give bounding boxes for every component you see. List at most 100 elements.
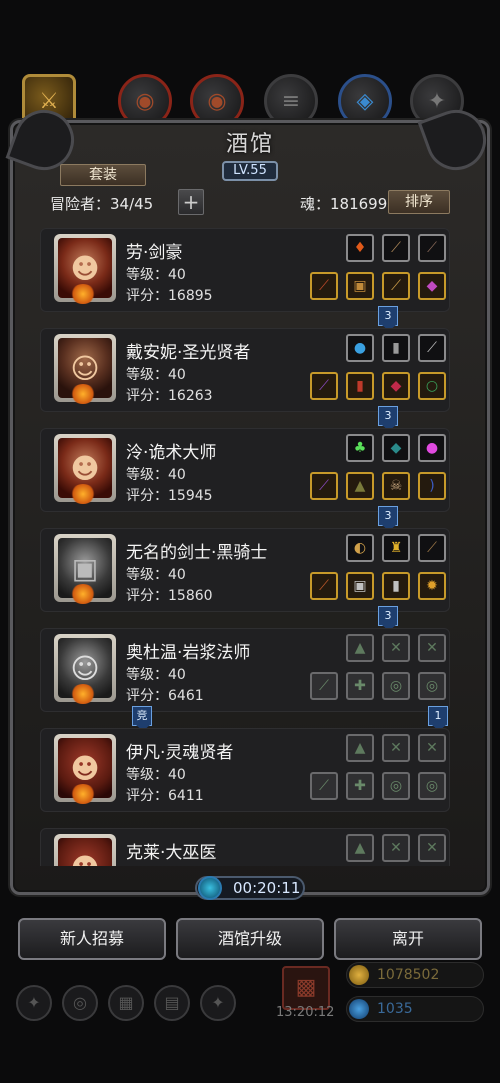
hero-level: 等级：40 <box>126 567 186 583</box>
orb-icon[interactable]: ● <box>346 334 374 362</box>
gem-value: 1035 <box>377 1001 413 1017</box>
boot-icon[interactable]: ⟋ <box>418 234 446 262</box>
empty-slot-icon[interactable]: ◎ <box>382 672 410 700</box>
mace-icon[interactable]: ⟋ <box>310 572 338 600</box>
title-plate: 酒馆 <box>190 118 310 162</box>
hero-portrait[interactable]: ☻ <box>54 834 116 866</box>
hud-button-1[interactable]: ✦ <box>16 985 52 1021</box>
upgrade-tavern-button[interactable]: 酒馆升级 <box>176 918 324 960</box>
empty-slot-icon[interactable]: ✕ <box>418 734 446 762</box>
hero-row[interactable]: ☺ 戴安妮·圣光贤者 等级：40 评分：16263 ● ▮ ⟋ ⟋ ▮ ◆ ○ <box>40 328 450 412</box>
rank-emblem-icon <box>70 384 96 404</box>
staff-icon[interactable]: ⟋ <box>382 272 410 300</box>
link-badge: 3 <box>378 306 398 331</box>
sort-button[interactable]: 排序 <box>388 190 450 214</box>
empty-slot-icon[interactable]: ◎ <box>418 672 446 700</box>
hero-row[interactable]: ☻ 克莱·大巫医 ▲ ✕ ✕ <box>40 828 450 866</box>
rank-emblem-icon <box>70 784 96 804</box>
mask-icon[interactable]: ◐ <box>346 534 374 562</box>
hero-name: 戴安妮·圣光贤者 <box>126 343 251 363</box>
hero-score: 评分：15860 <box>126 588 213 604</box>
dagger-icon[interactable]: ⟋ <box>418 334 446 362</box>
clock-icon <box>198 876 222 900</box>
armor-icon[interactable]: ▣ <box>346 572 374 600</box>
page-title: 酒馆 <box>225 132 274 157</box>
link-badge: 3 <box>378 606 398 631</box>
gift-box-icon[interactable]: ▩ <box>282 966 330 1010</box>
spear-icon[interactable]: ⟋ <box>310 472 338 500</box>
hud-button-5[interactable]: ✦ <box>200 985 236 1021</box>
hero-name: 克莱·大巫医 <box>126 843 217 863</box>
sword-icon[interactable]: ⟋ <box>310 272 338 300</box>
ring-icon[interactable]: ○ <box>418 372 446 400</box>
armor-icon[interactable]: ▣ <box>346 272 374 300</box>
hero-level: 等级：40 <box>126 767 186 783</box>
cape-icon[interactable]: ▮ <box>382 572 410 600</box>
adventurer-count: 冒险者：34/45 <box>50 195 154 213</box>
hero-row[interactable]: ☺ 奥杜温·岩浆法师 等级：40 评分：6461 ▲ ✕ ✕ ⟋ ✚ ◎ ◎ <box>40 628 450 712</box>
cloak-icon[interactable]: ◆ <box>382 434 410 462</box>
link-badge: 3 <box>378 506 398 531</box>
empty-slot-icon[interactable]: ✕ <box>382 634 410 662</box>
link-badge: 1 <box>428 706 448 731</box>
robe-icon[interactable]: ▮ <box>346 372 374 400</box>
gem-icon[interactable]: ◆ <box>382 372 410 400</box>
potion-icon[interactable]: ◆ <box>418 272 446 300</box>
poison-icon[interactable]: ♣ <box>346 434 374 462</box>
hero-score: 评分：15945 <box>126 488 213 504</box>
gold-counter: 1078502 <box>346 962 484 988</box>
empty-slot-icon[interactable]: ◎ <box>382 772 410 800</box>
hud-button-3[interactable]: ▦ <box>108 985 144 1021</box>
gold-value: 1078502 <box>377 967 440 983</box>
hero-level: 等级：40 <box>126 367 186 383</box>
hud-button-4[interactable]: ▤ <box>154 985 190 1021</box>
empty-slot-icon[interactable]: ✕ <box>382 734 410 762</box>
hero-name: 无名的剑士·黑骑士 <box>126 543 268 563</box>
shield-icon[interactable]: ▮ <box>382 334 410 362</box>
hero-row[interactable]: ☻ 伊凡·灵魂贤者 等级：40 评分：6411 ▲ ✕ ✕ ⟋ ✚ ◎ ◎ <box>40 728 450 812</box>
empty-slot-icon[interactable]: ▲ <box>346 734 374 762</box>
empty-slot-icon[interactable]: ⟋ <box>310 772 338 800</box>
empty-slot-icon[interactable]: ✕ <box>418 634 446 662</box>
rank-emblem-icon <box>70 584 96 604</box>
bow-icon[interactable]: ) <box>418 472 446 500</box>
hood-icon[interactable]: ▲ <box>346 472 374 500</box>
rank-emblem-icon <box>70 484 96 504</box>
rank-emblem-icon <box>70 684 96 704</box>
recruit-button[interactable]: 新人招募 <box>18 918 166 960</box>
hero-name: 奥杜温·岩浆法师 <box>126 643 251 663</box>
hero-name: 泠·诡术大师 <box>126 443 217 463</box>
leave-button[interactable]: 离开 <box>334 918 482 960</box>
link-badge: 竞 <box>132 706 152 731</box>
empty-slot-icon[interactable]: ▲ <box>346 834 374 862</box>
fire-gem-icon[interactable]: ♦ <box>346 234 374 262</box>
hud-button-2[interactable]: ◎ <box>62 985 98 1021</box>
skull-icon[interactable]: ☠ <box>382 472 410 500</box>
level-badge: LV.55 <box>222 161 278 181</box>
gold-coin-icon <box>349 965 369 985</box>
gem-counter: 1035 <box>346 996 484 1022</box>
hero-list[interactable]: ☻ 劳·剑豪 等级：40 评分：16895 ♦ ⟋ ⟋ ⟋ ▣ ⟋ ◆ 3 ☺ … <box>40 226 452 866</box>
empty-slot-icon[interactable]: ⟋ <box>310 672 338 700</box>
hero-row[interactable]: ☻ 劳·剑豪 等级：40 评分：16895 ♦ ⟋ ⟋ ⟋ ▣ ⟋ ◆ <box>40 228 450 312</box>
hero-level: 等级：40 <box>126 667 186 683</box>
empty-slot-icon[interactable]: ✕ <box>418 834 446 862</box>
wand-icon[interactable]: ⟋ <box>310 372 338 400</box>
hero-row[interactable]: ☻ 泠·诡术大师 等级：40 评分：15945 ♣ ◆ ● ⟋ ▲ ☠ ) <box>40 428 450 512</box>
sickle-icon[interactable]: ⟋ <box>418 534 446 562</box>
hero-score: 评分：6411 <box>126 788 204 804</box>
empty-slot-icon[interactable]: ✚ <box>346 672 374 700</box>
add-slot-button[interactable]: + <box>178 189 204 215</box>
magic-orb-icon[interactable]: ● <box>418 434 446 462</box>
hero-level: 等级：40 <box>126 267 186 283</box>
empty-slot-icon[interactable]: ✚ <box>346 772 374 800</box>
spark-icon[interactable]: ✹ <box>418 572 446 600</box>
empty-slot-icon[interactable]: ◎ <box>418 772 446 800</box>
hero-row[interactable]: ▣ 无名的剑士·黑骑士 等级：40 评分：15860 ◐ ♜ ⟋ ⟋ ▣ ▮ ✹ <box>40 528 450 612</box>
empty-slot-icon[interactable]: ▲ <box>346 634 374 662</box>
lantern-icon[interactable]: ♜ <box>382 534 410 562</box>
gift-timer: 13:20:12 <box>276 1005 335 1020</box>
empty-slot-icon[interactable]: ✕ <box>382 834 410 862</box>
crossbow-icon[interactable]: ⟋ <box>382 234 410 262</box>
suit-button[interactable]: 套装 <box>60 164 146 186</box>
